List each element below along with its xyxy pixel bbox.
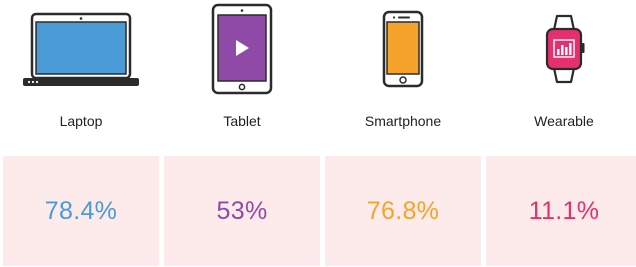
- tablet-icon: [164, 0, 320, 100]
- stat-tile: 76.8%: [325, 156, 481, 266]
- device-label: Smartphone: [364, 113, 442, 129]
- device-label: Laptop: [59, 113, 103, 129]
- stat-value: 53%: [216, 196, 268, 225]
- stat-value: 78.4%: [44, 196, 118, 225]
- device-column-wearable: Wearable 11.1%: [486, 0, 636, 267]
- stat-tile: 78.4%: [3, 156, 159, 266]
- laptop-icon: [3, 0, 159, 100]
- device-column-laptop: Laptop 78.4%: [3, 0, 159, 267]
- stat-value: 11.1%: [528, 196, 600, 225]
- device-label: Tablet: [223, 113, 261, 129]
- stat-value: 76.8%: [366, 196, 440, 225]
- device-column-tablet: Tablet 53%: [164, 0, 320, 267]
- stat-tile: 53%: [164, 156, 320, 266]
- stat-tile: 11.1%: [486, 156, 636, 266]
- smartphone-icon: [325, 0, 481, 100]
- device-column-smartphone: Smartphone 76.8%: [325, 0, 481, 267]
- device-label: Wearable: [534, 113, 594, 129]
- smartwatch-icon: [486, 0, 636, 100]
